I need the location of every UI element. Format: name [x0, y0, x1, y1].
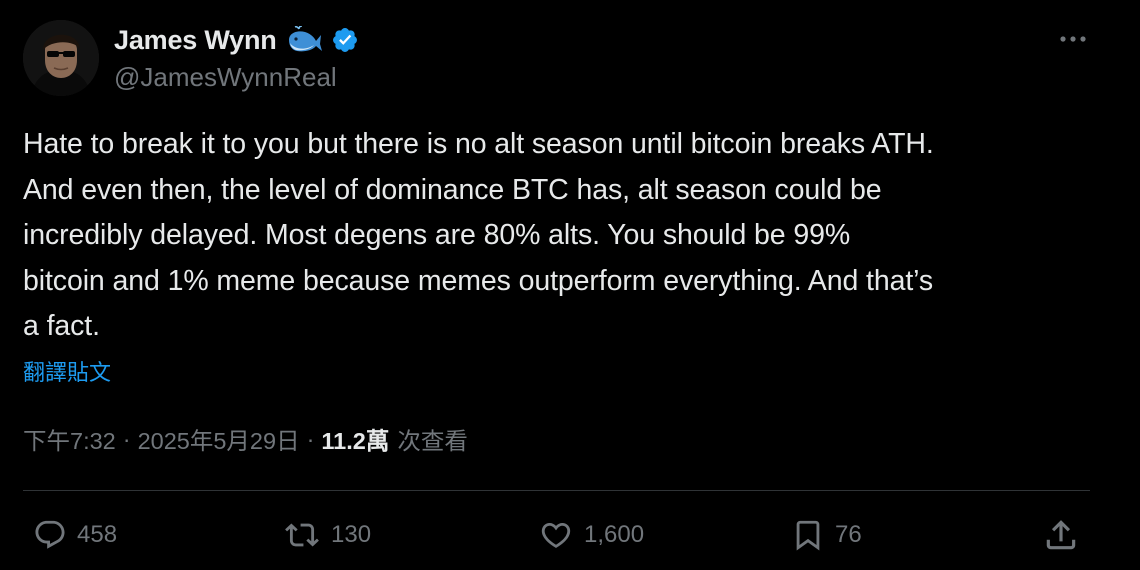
- share-button[interactable]: [1042, 512, 1080, 558]
- share-icon: [1046, 520, 1076, 550]
- meta-separator: ·: [122, 425, 131, 452]
- reply-button[interactable]: 458: [33, 512, 117, 558]
- meta-separator: ·: [306, 425, 315, 452]
- like-count: 1,600: [584, 521, 645, 548]
- tweet-date[interactable]: 2025年5月29日: [138, 422, 300, 456]
- tweet-card: James Wynn @JamesWynnReal Hate to break …: [0, 0, 1140, 570]
- translate-post-link[interactable]: 翻譯貼文: [23, 355, 111, 387]
- reply-icon: [35, 520, 65, 549]
- bookmark-icon: [796, 520, 820, 551]
- tweet-time[interactable]: 下午7:32: [23, 422, 116, 456]
- views-count[interactable]: 11.2萬: [321, 422, 389, 456]
- author-display-name[interactable]: James Wynn: [114, 25, 277, 56]
- verified-badge-icon[interactable]: [331, 26, 359, 54]
- reply-count: 458: [77, 521, 118, 548]
- more-options-button[interactable]: [1054, 24, 1092, 54]
- tweet-meta: 下午7:32 · 2025年5月29日 · 11.2萬 次查看: [23, 422, 468, 456]
- tweet-text: Hate to break it to you but there is no …: [23, 128, 934, 342]
- views-label: 次查看: [397, 428, 468, 454]
- whale-icon: [285, 26, 323, 54]
- repost-icon: [285, 523, 319, 547]
- more-dots-icon: [1060, 36, 1086, 42]
- bookmark-count: 76: [835, 521, 862, 548]
- avatar[interactable]: [23, 20, 99, 96]
- author-handle[interactable]: @JamesWynnReal: [114, 62, 337, 93]
- repost-button[interactable]: 130: [283, 512, 371, 558]
- like-button[interactable]: 1,600: [538, 512, 644, 558]
- repost-count: 130: [331, 521, 372, 548]
- divider: [23, 490, 1090, 491]
- author-name-row: James Wynn: [114, 22, 359, 58]
- heart-icon: [541, 522, 571, 548]
- bookmark-button[interactable]: 76: [791, 512, 862, 558]
